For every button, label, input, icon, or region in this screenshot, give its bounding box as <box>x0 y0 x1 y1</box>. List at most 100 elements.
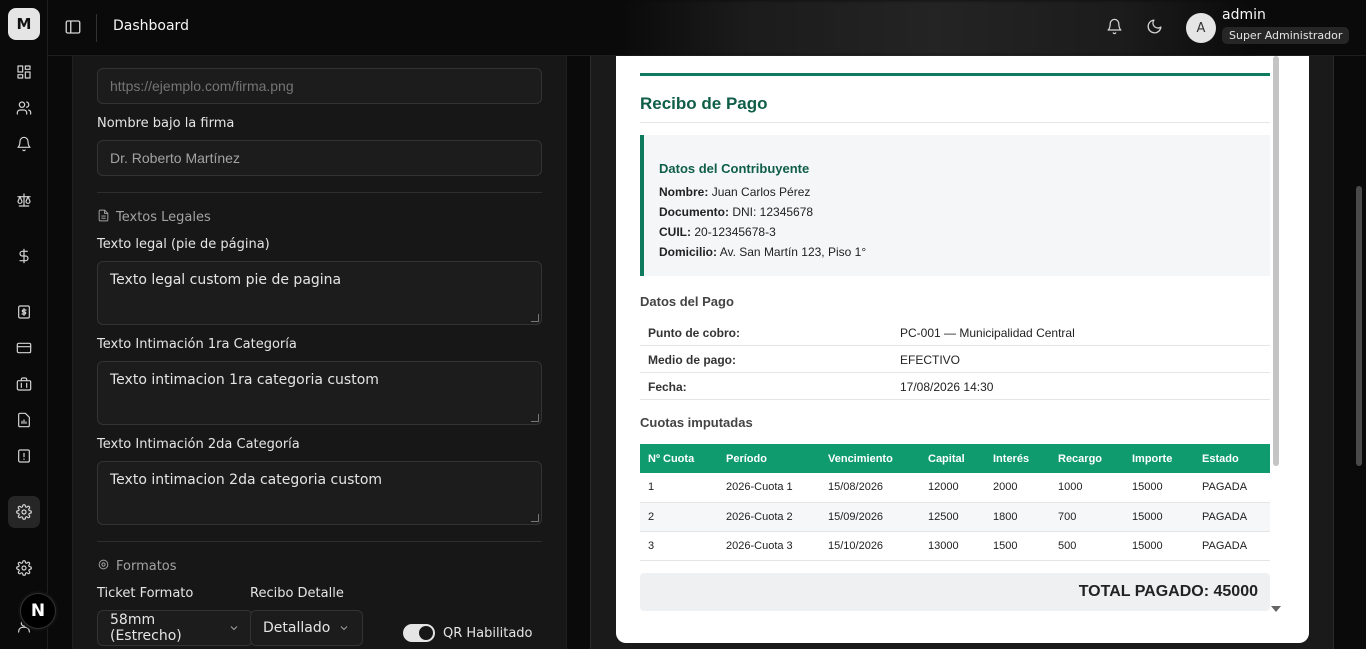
total-pagado: TOTAL PAGADO: 45000 <box>640 573 1270 611</box>
scroll-down-arrow-icon[interactable] <box>1271 606 1281 612</box>
nombre-key: Nombre: <box>659 185 709 199</box>
pago-row: Punto de cobro: PC-001 — Municipalidad C… <box>640 319 1270 346</box>
bell-icon[interactable] <box>12 132 36 156</box>
cuotas-title: Cuotas imputadas <box>640 415 753 430</box>
divider <box>96 14 97 42</box>
receipt-dollar-icon[interactable] <box>12 300 36 324</box>
cuotas-table: Nº Cuota Período Vencimiento Capital Int… <box>640 444 1270 561</box>
col-header: Interés <box>985 444 1050 473</box>
table-cell: 2026-Cuota 2 <box>718 502 820 532</box>
table-cell: 1500 <box>985 531 1050 561</box>
receipt-preview: Recibo de Pago Datos del Contribuyente N… <box>616 56 1309 643</box>
pago-key: Fecha: <box>648 380 687 394</box>
user-role-badge: Super Administrador <box>1222 27 1350 44</box>
alert-file-icon[interactable] <box>12 444 36 468</box>
table-row: 3 2026-Cuota 3 15/10/2026 13000 1500 500… <box>640 531 1270 561</box>
datos-pago-title: Datos del Pago <box>640 294 734 309</box>
table-cell: 15/09/2026 <box>820 502 920 532</box>
resize-handle[interactable] <box>531 314 539 322</box>
qr-toggle-switch[interactable] <box>403 624 435 642</box>
pago-value: EFECTIVO <box>900 353 961 367</box>
app-logo[interactable]: M <box>8 8 40 40</box>
gear-small-icon <box>97 558 110 575</box>
table-cell: 12000 <box>920 473 985 503</box>
table-cell: 15/10/2026 <box>820 531 920 561</box>
page-scrollbar[interactable] <box>1356 186 1362 466</box>
table-cell: 700 <box>1050 502 1124 532</box>
notifications-bell-icon[interactable] <box>1106 18 1126 38</box>
cuil-key: CUIL: <box>659 225 691 239</box>
credit-card-icon[interactable] <box>12 336 36 360</box>
moon-theme-icon[interactable] <box>1146 18 1166 38</box>
col-header: Período <box>718 444 820 473</box>
cuil-value: 20-12345678-3 <box>694 225 776 239</box>
documento-key: Documento: <box>659 205 729 219</box>
resize-handle[interactable] <box>531 414 539 422</box>
textos-legales-heading: Textos Legales <box>97 209 211 226</box>
formatos-title: Formatos <box>116 559 177 574</box>
ticket-formato-select[interactable]: 58mm (Estrecho) <box>97 610 253 646</box>
settings-icon-active[interactable] <box>8 496 40 528</box>
receipt-accent-bar <box>640 73 1270 76</box>
receipt-scrollbar[interactable] <box>1273 56 1279 466</box>
domicilio-value: Av. San Martín 123, Piso 1° <box>719 245 867 259</box>
recibo-detalle-select[interactable]: Detallado <box>250 610 363 646</box>
texto-legal-textarea[interactable]: Texto legal custom pie de pagina <box>97 261 542 325</box>
page-title: Dashboard <box>113 18 189 34</box>
receipt-title: Recibo de Pago <box>640 94 768 113</box>
table-row: 1 2026-Cuota 1 15/08/2026 12000 2000 100… <box>640 473 1270 503</box>
scale-icon[interactable] <box>12 188 36 212</box>
table-cell: 15000 <box>1124 473 1194 503</box>
avatar[interactable]: A <box>1186 13 1216 43</box>
users-icon[interactable] <box>12 96 36 120</box>
col-header: Nº Cuota <box>640 444 718 473</box>
table-cell: 13000 <box>920 531 985 561</box>
intimacion1-value: Texto intimacion 1ra categoria custom <box>110 372 379 388</box>
recibo-detalle-label: Recibo Detalle <box>250 586 344 601</box>
intimacion1-textarea[interactable]: Texto intimacion 1ra categoria custom <box>97 361 542 425</box>
app-root: M Dashboard A admin Super Administrador … <box>0 0 1366 649</box>
pago-key: Punto de cobro: <box>648 326 740 340</box>
firma-url-input[interactable] <box>97 68 542 104</box>
document-icon <box>97 209 110 226</box>
ticket-formato-label: Ticket Formato <box>97 586 194 601</box>
col-header: Importe <box>1124 444 1194 473</box>
textos-legales-title: Textos Legales <box>116 210 211 225</box>
section-divider <box>97 192 542 193</box>
table-row: 2 2026-Cuota 2 15/09/2026 12500 1800 700… <box>640 502 1270 532</box>
briefcase-icon[interactable] <box>12 372 36 396</box>
contribuyente-box: Datos del Contribuyente Nombre: Juan Car… <box>640 135 1270 276</box>
table-cell: 1800 <box>985 502 1050 532</box>
table-cell: PAGADA <box>1194 502 1270 532</box>
cuotas-header-row: Nº Cuota Período Vencimiento Capital Int… <box>640 444 1270 473</box>
next-logo-badge[interactable]: N <box>20 593 56 629</box>
intimacion2-textarea[interactable]: Texto intimacion 2da categoria custom <box>97 461 542 525</box>
domicilio-row: Domicilio: Av. San Martín 123, Piso 1° <box>659 245 866 259</box>
section-divider <box>97 541 542 542</box>
ticket-formato-value: 58mm (Estrecho) <box>110 612 182 644</box>
table-cell: 3 <box>640 531 718 561</box>
switch-knob <box>419 626 433 640</box>
pago-value: 17/08/2026 14:30 <box>900 380 994 394</box>
nombre-firma-input[interactable] <box>97 140 542 176</box>
dollar-icon[interactable] <box>12 244 36 268</box>
chevron-down-icon <box>338 622 350 634</box>
table-cell: 1000 <box>1050 473 1124 503</box>
nombre-firma-label: Nombre bajo la firma <box>97 116 235 131</box>
resize-handle[interactable] <box>531 514 539 522</box>
dashboard-icon[interactable] <box>12 60 36 84</box>
recibo-detalle-value: Detallado <box>263 620 331 636</box>
table-cell: 15/08/2026 <box>820 473 920 503</box>
top-bar: Dashboard A admin Super Administrador <box>48 0 1366 56</box>
title-underline <box>640 122 1270 123</box>
report-icon[interactable] <box>12 408 36 432</box>
table-cell: PAGADA <box>1194 531 1270 561</box>
settings-form-panel: Nombre bajo la firma Textos Legales Text… <box>72 56 567 649</box>
gear-icon[interactable] <box>12 556 36 580</box>
chevron-down-icon <box>228 622 240 634</box>
qr-label: QR Habilitado <box>443 626 533 641</box>
table-cell: 15000 <box>1124 502 1194 532</box>
texto-legal-value: Texto legal custom pie de pagina <box>110 272 342 288</box>
table-cell: 2 <box>640 502 718 532</box>
sidebar-toggle-icon[interactable] <box>64 18 84 38</box>
